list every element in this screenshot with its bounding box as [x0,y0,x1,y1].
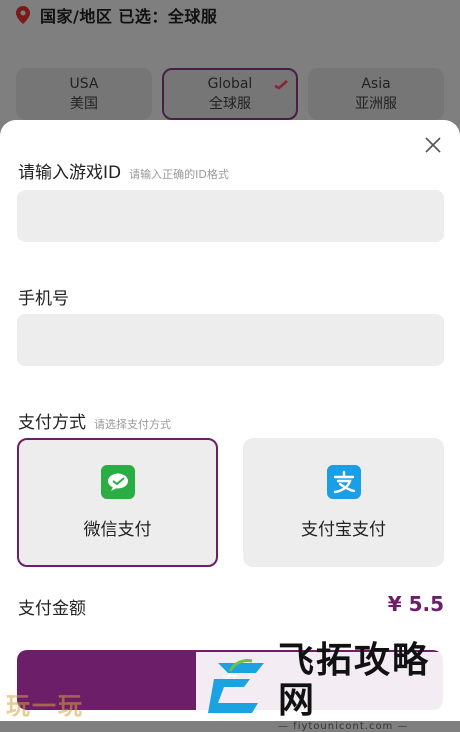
region-card-usa[interactable]: USA 美国 [16,68,152,120]
region-card-name: USA [69,76,99,92]
region-label: 国家/地区 已选：全球服 [40,7,218,26]
game-id-label: 请输入游戏ID [18,163,122,183]
alipay-icon [326,465,361,499]
location-pin-icon [16,6,30,24]
watermark-texts: 飞拓攻略网 — fiytounicont.com — [278,641,460,732]
phone-input[interactable] [17,314,444,366]
region-card-asia[interactable]: Asia 亚洲服 [308,68,444,120]
region-card-name: Asia [361,76,391,92]
amount-label: 支付金额 [18,599,86,619]
checkmark-icon [274,76,288,96]
region-bar: 国家/地区 已选：全球服 [16,4,217,26]
watermark-title: 飞拓攻略网 [278,640,431,721]
region-card-subname: 美国 [70,96,98,112]
amount-value: ¥ 5.5 [387,592,444,616]
payment-label: 支付方式 [18,413,86,433]
payment-method-name: 支付宝支付 [301,520,386,540]
region-card-name: Global [207,76,253,92]
game-id-label-row: 请输入游戏ID 请输入正确的ID格式 [18,158,229,183]
game-id-hint: 请输入正确的ID格式 [129,168,229,181]
region-card-subname: 亚洲服 [355,96,397,112]
game-id-input[interactable] [17,190,444,242]
wechat-pay-icon [100,465,135,499]
wechat-pay-option[interactable]: 微信支付 [17,438,218,567]
phone-label: 手机号 [18,289,69,309]
watermark-right: 飞拓攻略网 — fiytounicont.com — [196,641,460,732]
region-card-global[interactable]: Global 全球服 [162,68,298,120]
region-card-subname: 全球服 [209,96,251,112]
site-logo-icon [204,657,274,717]
close-icon[interactable] [424,136,442,154]
payment-sheet: 请输入游戏ID 请输入正确的ID格式 手机号 支付方式 请选择支付方式 微信支付 支… [0,120,460,721]
payment-hint: 请选择支付方式 [94,418,171,431]
watermark-left: 玩一玩 [6,691,84,720]
watermark-url: — fiytounicont.com — [278,721,409,732]
region-cards: USA 美国 Global 全球服 Asia 亚洲服 [16,68,444,120]
payment-label-row: 支付方式 请选择支付方式 [18,408,171,433]
alipay-option[interactable]: 支付宝支付 [243,438,444,567]
payment-method-name: 微信支付 [83,520,152,540]
